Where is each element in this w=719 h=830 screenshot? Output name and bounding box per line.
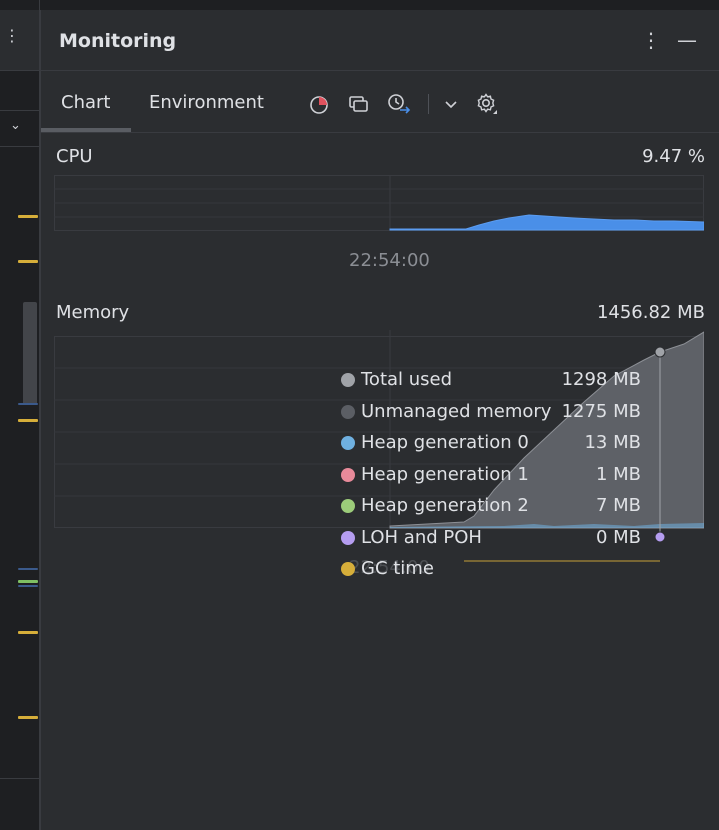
legend-item-gc-time: GC time [341, 556, 641, 588]
memory-legend: Total used 1298 MB Unmanaged memory 1275… [341, 367, 641, 588]
monitoring-panel: Monitoring ⋮ — Chart Environment CPU 9.4… [40, 10, 719, 830]
timeline-icon[interactable] [387, 92, 411, 116]
legend-item-heap-gen-0: Heap generation 0 13 MB [341, 430, 641, 462]
legend-dot-icon [341, 499, 355, 513]
legend-item-heap-gen-2: Heap generation 2 7 MB [341, 493, 641, 525]
legend-dot-icon [341, 404, 355, 419]
more-options-icon[interactable]: ⋮ [4, 28, 20, 44]
marker [18, 585, 38, 587]
divider [41, 70, 719, 71]
marker [18, 403, 38, 405]
cpu-value: 9.47 % [642, 146, 705, 167]
legend-dot-icon [341, 562, 355, 576]
marker [18, 580, 38, 583]
panel-title: Monitoring [59, 30, 177, 52]
cpu-time-label: 22:54:00 [349, 250, 430, 271]
marker [18, 631, 38, 634]
divider [41, 132, 719, 133]
left-strip-row [0, 70, 39, 111]
scrollbar-thumb[interactable] [23, 302, 37, 405]
chevron-down-icon[interactable]: ⌄ [10, 118, 21, 133]
legend-dot-icon [341, 530, 355, 545]
marker [18, 260, 38, 263]
legend-item-loh-poh: LOH and POH 0 MB [341, 525, 641, 557]
snapshot-pie-icon[interactable] [307, 92, 331, 116]
settings-icon[interactable] [475, 92, 499, 116]
legend-dot-icon [341, 467, 355, 482]
legend-dot-icon [341, 373, 355, 387]
left-tool-strip: ⋮ ⌄ [0, 0, 40, 830]
dropdown-icon[interactable] [439, 92, 463, 116]
marker [18, 716, 38, 719]
hover-point-bottom [654, 531, 666, 543]
legend-item-heap-gen-1: Heap generation 1 1 MB [341, 462, 641, 494]
marker [18, 215, 38, 218]
minimize-icon[interactable]: — [677, 28, 697, 52]
divider [0, 778, 39, 779]
more-options-icon[interactable]: ⋮ [641, 28, 661, 52]
cpu-label: CPU [56, 146, 93, 167]
memory-value: 1456.82 MB [596, 302, 705, 323]
dumps-icon[interactable] [347, 92, 371, 116]
divider [0, 146, 39, 147]
marker [18, 419, 38, 422]
tab-environment[interactable]: Environment [149, 92, 264, 113]
memory-label: Memory [56, 302, 130, 323]
hover-point-top [654, 346, 666, 358]
legend-dot-icon [341, 436, 355, 450]
legend-item-unmanaged-memory: Unmanaged memory 1275 MB [341, 399, 641, 431]
tab-chart[interactable]: Chart [61, 92, 110, 113]
marker [18, 568, 38, 570]
legend-item-total-used: Total used 1298 MB [341, 367, 641, 399]
toolbar-divider [428, 94, 429, 114]
cpu-chart [54, 175, 704, 231]
